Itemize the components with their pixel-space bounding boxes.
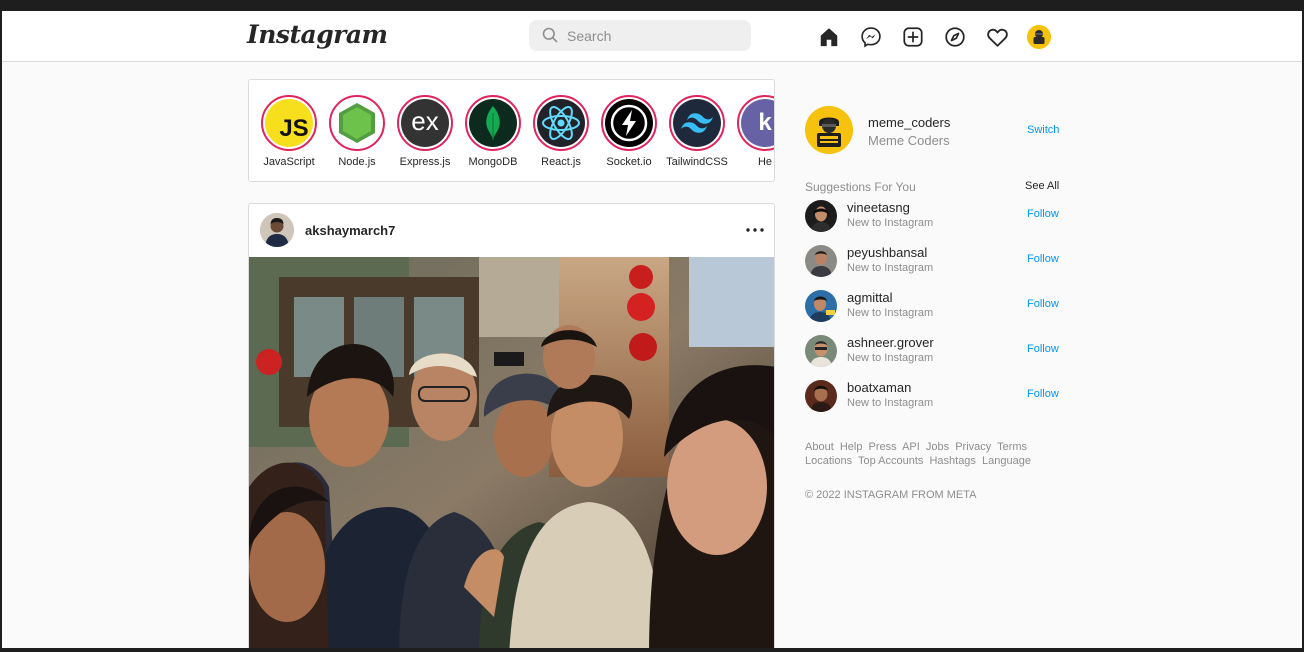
story-react[interactable]: React.js	[528, 95, 594, 168]
suggestion-avatar[interactable]	[805, 380, 837, 412]
react-logo	[537, 99, 585, 147]
current-user-avatar[interactable]	[805, 106, 853, 154]
suggestion-item: ashneer.grover New to Instagram Follow	[805, 335, 1061, 369]
instagram-app: Instagram Search JS JavaScript Node.js e…	[2, 11, 1302, 648]
activity-heart-icon[interactable]	[984, 24, 1010, 50]
post-image[interactable]	[249, 257, 774, 648]
suggestion-item: peyushbansal New to Instagram Follow	[805, 245, 1061, 279]
footer-link-about[interactable]: About	[805, 441, 834, 453]
suggestion-username[interactable]: agmittal	[847, 290, 893, 305]
switch-account-button[interactable]: Switch	[1027, 124, 1059, 136]
more-options-icon[interactable]	[743, 220, 767, 240]
current-username[interactable]: meme_coders	[868, 115, 950, 130]
suggestion-item: boatxaman New to Instagram Follow	[805, 380, 1061, 414]
suggestion-avatar[interactable]	[805, 200, 837, 232]
story-label: Node.js	[338, 156, 376, 168]
footer-link-press[interactable]: Press	[869, 441, 897, 453]
suggestion-avatar[interactable]	[805, 245, 837, 277]
follow-button[interactable]: Follow	[1027, 253, 1059, 265]
footer-link-terms[interactable]: Terms	[997, 441, 1027, 453]
footer-link-top-accounts[interactable]: Top Accounts	[858, 455, 923, 467]
feed-post: akshaymarch7	[248, 203, 775, 648]
mongodb-logo	[469, 99, 517, 147]
instagram-logo[interactable]: Instagram	[247, 20, 388, 49]
explore-icon[interactable]	[942, 24, 968, 50]
profile-avatar[interactable]	[1027, 25, 1051, 49]
suggestion-avatar[interactable]	[805, 290, 837, 322]
story-label: JavaScript	[263, 156, 315, 168]
follow-button[interactable]: Follow	[1027, 343, 1059, 355]
story-label: MongoDB	[468, 156, 518, 168]
suggestion-subtitle: New to Instagram	[847, 397, 934, 409]
story-label: Express.js	[399, 156, 451, 168]
heroku-logo: k	[741, 99, 774, 147]
stories-tray: JS JavaScript Node.js ex Express.js Mong…	[248, 79, 775, 182]
messenger-icon[interactable]	[858, 24, 884, 50]
story-express[interactable]: ex Express.js	[392, 95, 458, 168]
suggestion-item: vineetasng New to Instagram Follow	[805, 200, 1061, 234]
footer-links: About Help Press API Jobs Privacy Terms …	[805, 440, 1065, 468]
see-all-button[interactable]: See All	[1025, 180, 1059, 192]
story-label: Socket.io	[606, 156, 652, 168]
suggestion-username[interactable]: peyushbansal	[847, 245, 927, 260]
search-box[interactable]	[529, 20, 751, 51]
search-input[interactable]	[567, 20, 737, 51]
search-icon	[542, 27, 558, 43]
story-javascript[interactable]: JS JavaScript	[256, 95, 322, 168]
footer-link-api[interactable]: API	[902, 441, 920, 453]
current-display-name: Meme Coders	[868, 133, 950, 148]
current-user-card: meme_coders Meme Coders Switch	[805, 106, 1061, 156]
suggestion-username[interactable]: ashneer.grover	[847, 335, 934, 350]
tailwind-logo	[673, 99, 721, 147]
story-socketio[interactable]: Socket.io	[596, 95, 662, 168]
footer-link-help[interactable]: Help	[840, 441, 863, 453]
story-label: TailwindCSS	[666, 156, 728, 168]
home-icon[interactable]	[816, 24, 842, 50]
nodejs-logo	[333, 99, 381, 147]
suggestion-subtitle: New to Instagram	[847, 262, 934, 274]
story-mongodb[interactable]: MongoDB	[460, 95, 526, 168]
post-author-avatar[interactable]	[260, 213, 294, 247]
suggestion-subtitle: New to Instagram	[847, 352, 934, 364]
suggestion-subtitle: New to Instagram	[847, 307, 934, 319]
javascript-logo: JS	[265, 99, 313, 147]
socketio-logo	[605, 99, 653, 147]
suggestion-item: agmittal New to Instagram Follow	[805, 290, 1061, 324]
suggestion-username[interactable]: vineetasng	[847, 200, 910, 215]
story-label: He	[757, 156, 773, 168]
story-label: React.js	[541, 156, 581, 168]
story-tailwind[interactable]: TailwindCSS	[664, 95, 730, 168]
suggestions-heading: Suggestions For You	[805, 180, 916, 194]
suggestion-avatar[interactable]	[805, 335, 837, 367]
follow-button[interactable]: Follow	[1027, 208, 1059, 220]
suggestion-subtitle: New to Instagram	[847, 217, 934, 229]
express-logo: ex	[401, 99, 449, 147]
top-navigation-bar: Instagram	[2, 11, 1302, 62]
copyright-text: © 2022 INSTAGRAM FROM META	[805, 489, 977, 501]
post-header: akshaymarch7	[249, 204, 774, 257]
footer-link-hashtags[interactable]: Hashtags	[929, 455, 975, 467]
new-post-icon[interactable]	[900, 24, 926, 50]
follow-button[interactable]: Follow	[1027, 298, 1059, 310]
group-selfie-photo	[249, 257, 774, 648]
footer-link-locations[interactable]: Locations	[805, 455, 852, 467]
story-heroku[interactable]: k He	[732, 95, 774, 168]
footer-link-privacy[interactable]: Privacy	[955, 441, 991, 453]
footer-link-jobs[interactable]: Jobs	[926, 441, 949, 453]
story-nodejs[interactable]: Node.js	[324, 95, 390, 168]
footer-link-language[interactable]: Language	[982, 455, 1031, 467]
suggestion-username[interactable]: boatxaman	[847, 380, 911, 395]
follow-button[interactable]: Follow	[1027, 388, 1059, 400]
post-author-username[interactable]: akshaymarch7	[305, 223, 395, 238]
